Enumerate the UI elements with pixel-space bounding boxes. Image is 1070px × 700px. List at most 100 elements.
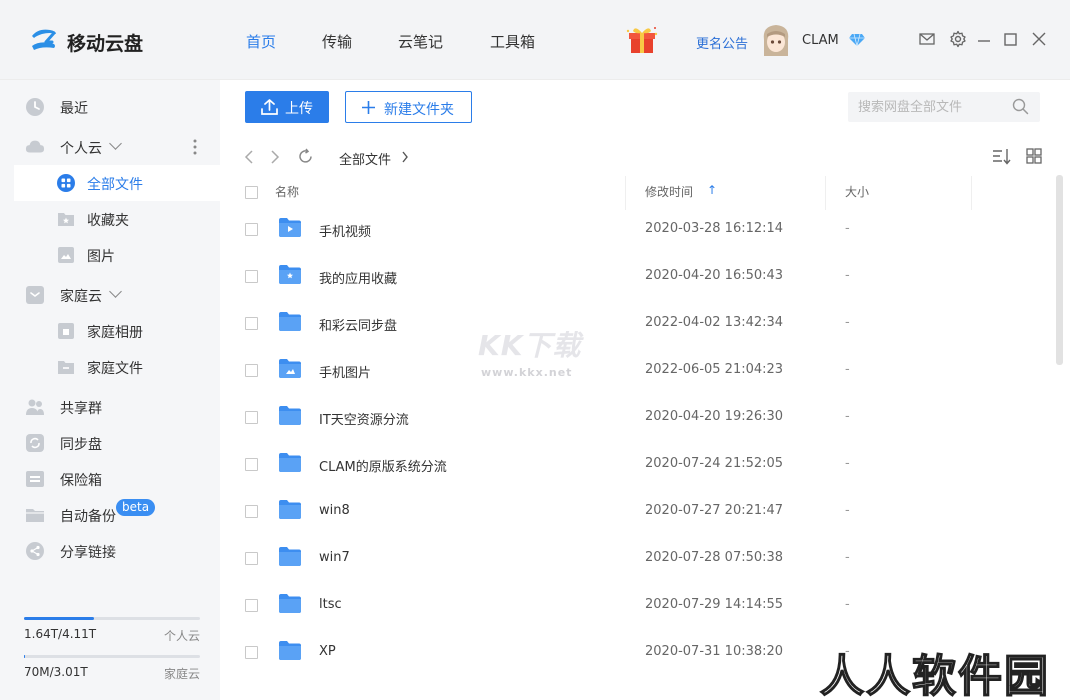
row-checkbox[interactable]	[245, 646, 258, 659]
row-checkbox[interactable]	[245, 411, 258, 424]
breadcrumb[interactable]: 全部文件	[339, 149, 391, 168]
refresh-icon[interactable]	[297, 148, 314, 165]
grid-view-icon[interactable]	[1025, 147, 1043, 165]
table-row[interactable]: 和彩云同步盘 2022-04-02 13:42:34 -	[245, 300, 995, 347]
tab-home[interactable]: 首页	[246, 31, 276, 52]
search-input[interactable]	[858, 98, 1008, 116]
rename-notice-link[interactable]: 更名公告	[696, 33, 748, 52]
table-row[interactable]: 手机图片 2022-06-05 21:04:23 -	[245, 347, 995, 394]
scrollbar-thumb[interactable]	[1056, 175, 1063, 365]
file-name[interactable]: CLAM的原版系统分流	[319, 456, 447, 475]
sidebar-item-family-files[interactable]: 家庭文件	[0, 349, 220, 385]
select-all-checkbox[interactable]	[245, 186, 258, 199]
gear-icon[interactable]	[949, 30, 967, 48]
album-icon	[58, 323, 74, 339]
row-checkbox[interactable]	[245, 223, 258, 236]
sidebar-item-family-album[interactable]: 家庭相册	[0, 313, 220, 349]
backup-icon	[26, 509, 44, 522]
table-row[interactable]: win8 2020-07-27 20:21:47 -	[245, 488, 995, 535]
storage-used: 70M/3.01T	[24, 665, 88, 679]
table-row[interactable]: win7 2020-07-28 07:50:38 -	[245, 535, 995, 582]
file-name[interactable]: 和彩云同步盘	[319, 315, 397, 334]
file-modified: 2022-04-02 13:42:34	[645, 315, 784, 330]
maximize-icon[interactable]	[1001, 30, 1019, 48]
sidebar-item-label: 家庭相册	[87, 325, 143, 341]
file-name[interactable]: ltsc	[319, 597, 342, 612]
file-name[interactable]: 我的应用收藏	[319, 268, 397, 287]
forward-icon[interactable]	[270, 149, 280, 165]
more-options-icon[interactable]	[192, 137, 198, 157]
gift-icon[interactable]	[625, 25, 659, 55]
file-name[interactable]: XP	[319, 644, 336, 659]
new-folder-button[interactable]: 新建文件夹	[345, 91, 472, 123]
file-name[interactable]: 手机图片	[319, 362, 371, 381]
storage-bar	[24, 617, 200, 620]
tab-transfer[interactable]: 传输	[322, 31, 352, 52]
file-name[interactable]: win8	[319, 503, 350, 518]
table-row[interactable]: 手机视频 2020-03-28 16:12:14 -	[245, 206, 995, 253]
sort-icon[interactable]	[991, 147, 1011, 167]
back-icon[interactable]	[244, 149, 254, 165]
new-folder-label: 新建文件夹	[384, 102, 454, 118]
sidebar-item-auto-backup[interactable]: 自动备份	[0, 497, 220, 533]
sidebar-item-favorites[interactable]: 收藏夹	[0, 201, 220, 237]
column-divider	[971, 176, 972, 210]
column-name[interactable]: 名称	[275, 183, 299, 200]
sidebar-item-label: 保险箱	[60, 473, 102, 489]
search-box[interactable]	[848, 92, 1040, 122]
cloud-icon	[25, 140, 45, 153]
row-checkbox[interactable]	[245, 364, 258, 377]
file-name[interactable]: win7	[319, 550, 350, 565]
tab-cloud-notes[interactable]: 云笔记	[398, 31, 443, 52]
table-row[interactable]: ltsc 2020-07-29 14:14:55 -	[245, 582, 995, 629]
sidebar-item-sync-disk[interactable]: 同步盘	[0, 425, 220, 461]
file-name[interactable]: 手机视频	[319, 221, 371, 240]
username[interactable]: CLAM	[802, 33, 839, 48]
file-modified: 2020-07-28 07:50:38	[645, 550, 784, 565]
clock-icon	[26, 98, 44, 116]
row-checkbox[interactable]	[245, 505, 258, 518]
sidebar-item-safe[interactable]: 保险箱	[0, 461, 220, 497]
table-row[interactable]: IT天空资源分流 2020-04-20 19:26:30 -	[245, 394, 995, 441]
sidebar-item-label: 共享群	[60, 401, 102, 417]
sidebar-item-label: 家庭文件	[87, 361, 143, 377]
sidebar-item-images[interactable]: 图片	[0, 237, 220, 273]
row-checkbox[interactable]	[245, 552, 258, 565]
beta-badge: beta	[116, 499, 156, 516]
table-row[interactable]: 我的应用收藏 2020-04-20 16:50:43 -	[245, 253, 995, 300]
file-name[interactable]: IT天空资源分流	[319, 409, 409, 428]
storage-name: 个人云	[163, 629, 200, 643]
upload-button[interactable]: 上传	[245, 91, 329, 123]
sidebar-item-family-cloud[interactable]: 家庭云	[0, 277, 220, 313]
chevron-down-icon[interactable]	[109, 137, 122, 150]
close-icon[interactable]	[1030, 30, 1048, 48]
column-modified[interactable]: 修改时间	[645, 183, 693, 200]
share-icon	[26, 542, 44, 560]
sidebar-item-recent[interactable]: 最近	[0, 89, 220, 125]
sidebar-item-share-group[interactable]: 共享群	[0, 389, 220, 425]
sidebar-item-share-links[interactable]: 分享链接	[0, 533, 220, 569]
diamond-icon[interactable]	[848, 33, 866, 47]
watermark-kk: KK下载	[478, 329, 582, 362]
file-modified: 2020-07-27 20:21:47	[645, 503, 784, 518]
minimize-icon[interactable]	[975, 30, 993, 48]
mail-icon[interactable]	[918, 30, 936, 48]
row-checkbox[interactable]	[245, 599, 258, 612]
sidebar-item-label: 家庭云	[60, 289, 102, 305]
chevron-down-icon[interactable]	[109, 285, 122, 298]
search-icon[interactable]	[1012, 98, 1029, 115]
table-row[interactable]: CLAM的原版系统分流 2020-07-24 21:52:05 -	[245, 441, 995, 488]
file-size: -	[845, 315, 850, 330]
sort-arrow-icon[interactable]: ↑	[707, 183, 717, 197]
sync-icon	[26, 434, 44, 452]
column-size[interactable]: 大小	[845, 183, 869, 200]
image-folder-icon	[279, 359, 301, 378]
row-checkbox[interactable]	[245, 317, 258, 330]
row-checkbox[interactable]	[245, 270, 258, 283]
sidebar-item-personal-cloud[interactable]: 个人云	[0, 129, 220, 165]
avatar[interactable]	[760, 22, 792, 58]
sidebar-item-all-files[interactable]: 全部文件	[14, 165, 220, 201]
tab-toolbox[interactable]: 工具箱	[490, 31, 535, 52]
scrollbar[interactable]	[1056, 175, 1063, 700]
row-checkbox[interactable]	[245, 458, 258, 471]
